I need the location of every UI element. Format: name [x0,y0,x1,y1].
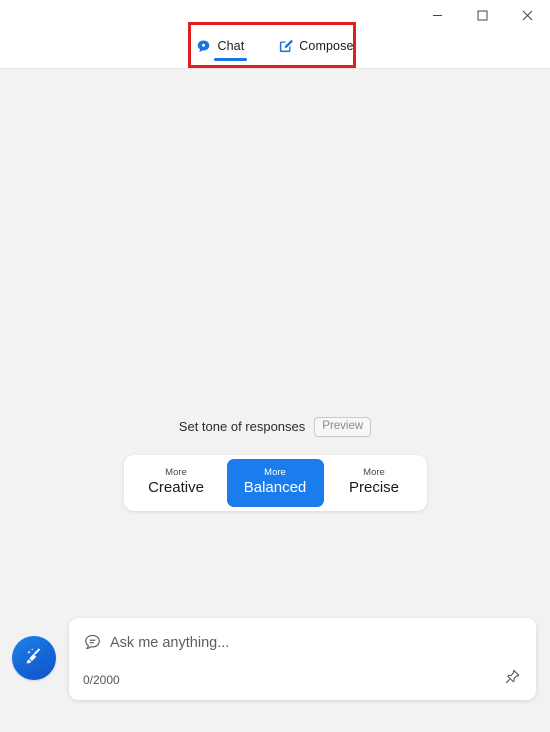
tone-option-precise-label: Precise [348,479,400,497]
minimize-icon [432,10,443,21]
message-input[interactable] [110,634,522,651]
chat-message-icon [83,633,102,652]
maximize-button[interactable] [460,0,505,30]
composer-bar: 0/2000 [0,618,550,700]
tone-option-precise[interactable]: More Precise [326,459,423,507]
close-button[interactable] [505,0,550,30]
close-icon [522,10,533,21]
content-area: Set tone of responses Preview More Creat… [0,69,550,732]
app-window: Chat Compose Set tone of responses Previ… [0,0,550,732]
tone-option-creative[interactable]: More Creative [128,459,225,507]
tone-selector-section: Set tone of responses Preview More Creat… [0,417,550,512]
message-input-row [69,618,536,652]
character-counter: 0/2000 [83,673,120,687]
title-bar: Chat Compose [0,0,550,69]
tone-heading-label: Set tone of responses [178,419,306,435]
tone-option-precise-sub: More [363,466,385,478]
tone-option-balanced[interactable]: More Balanced [226,458,324,508]
tab-bar: Chat Compose [0,30,550,68]
new-topic-button[interactable] [12,636,56,680]
tone-switch: More Creative More Balanced More Precise [123,454,427,512]
tone-option-creative-sub: More [165,466,187,478]
chat-bubble-icon [196,39,211,54]
minimize-button[interactable] [415,0,460,30]
broom-icon [22,644,46,673]
compose-pencil-icon [278,39,293,54]
pin-button[interactable] [500,667,524,691]
tab-chat-label: Chat [217,39,245,53]
tab-active-indicator [214,57,248,61]
message-input-card: 0/2000 [69,618,536,700]
tone-option-creative-label: Creative [148,479,204,497]
tab-chat[interactable]: Chat [192,37,248,62]
tone-heading-row: Set tone of responses Preview [178,417,372,437]
maximize-icon [477,10,488,21]
tab-compose[interactable]: Compose [274,37,357,62]
tone-option-balanced-label: Balanced [243,479,307,497]
tone-option-balanced-sub: More [264,466,286,478]
window-controls [415,0,550,30]
pin-icon [503,668,521,691]
preview-badge: Preview [314,417,372,437]
tab-compose-label: Compose [299,39,354,53]
